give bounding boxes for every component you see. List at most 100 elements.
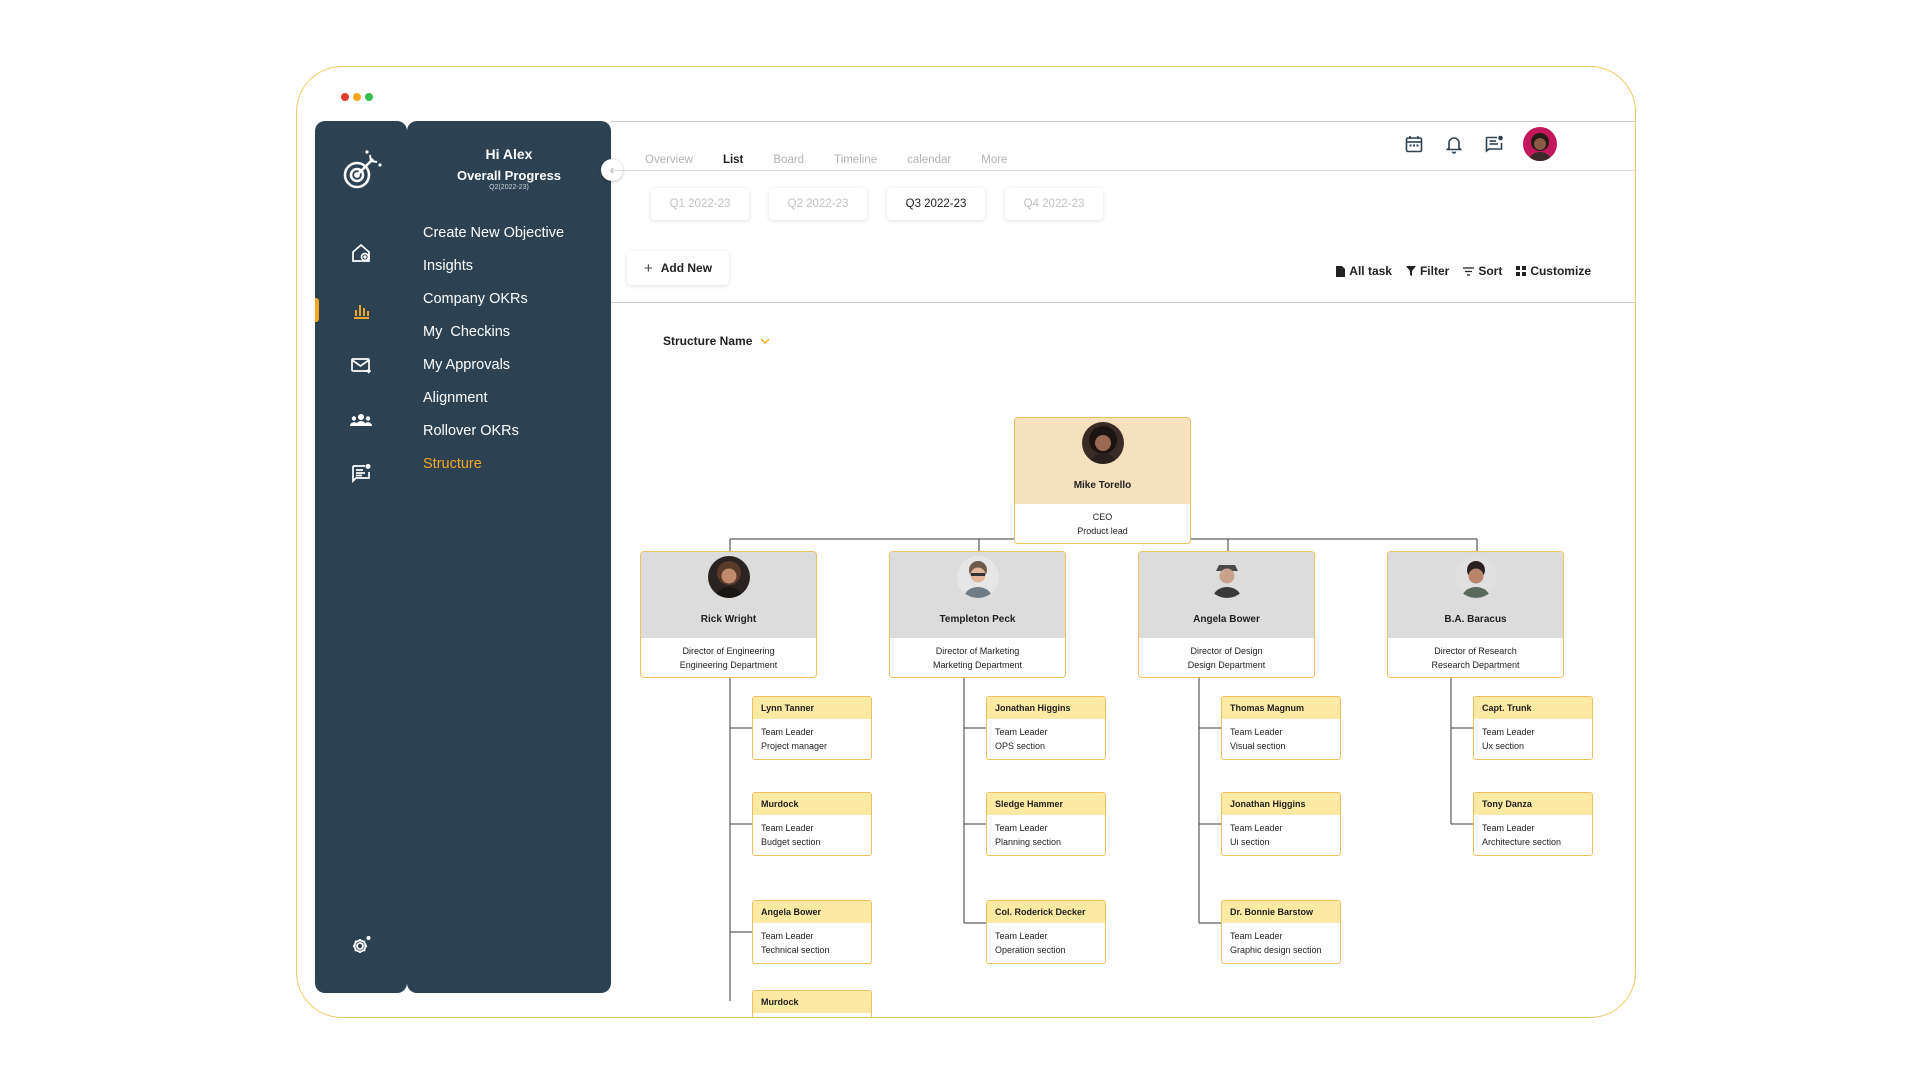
avatar	[956, 556, 999, 598]
window-controls	[341, 93, 373, 101]
team-leader-name: Dr. Bonnie Barstow	[1222, 901, 1340, 923]
director-title: Director of Marketing	[935, 646, 1020, 656]
mail-icon[interactable]	[349, 353, 373, 377]
team-card[interactable]: Jonathan Higgins Team Leader OPS section	[986, 696, 1106, 760]
team-leader-name: Sledge Hammer	[987, 793, 1105, 815]
avatar	[707, 556, 750, 598]
greeting: Hi Alex	[485, 146, 533, 162]
team-leader-name: Jonathan Higgins	[1222, 793, 1340, 815]
team-role: Team Leader	[1482, 727, 1535, 737]
team-section: Architecture section	[1482, 837, 1562, 847]
team-role: Team Leader	[1482, 823, 1535, 833]
director-name: Templeton Peck	[939, 614, 1016, 625]
team-leader-name: Murdock	[753, 991, 871, 1013]
director-role: Director of Marketing Marketing Departme…	[890, 638, 1065, 672]
team-role: Team Leader	[1230, 931, 1283, 941]
team-section: Technical section	[761, 945, 830, 955]
team-section: Project manager	[761, 741, 828, 751]
team-card[interactable]: Murdock	[752, 990, 872, 1017]
director-title: Director of Research	[1434, 646, 1517, 656]
app-window: Hi Alex Overall Progress Q2(2022-23) Cre…	[296, 66, 1636, 1018]
director-role: Director of Research Research Department	[1388, 638, 1563, 672]
team-section: Operation section	[995, 945, 1066, 955]
home-icon[interactable]	[349, 241, 373, 265]
team-leader-name: Tony Danza	[1474, 793, 1592, 815]
team-card[interactable]: Col. Roderick Decker Team Leader Operatio…	[986, 900, 1106, 964]
chat-icon[interactable]	[349, 461, 373, 485]
menu-item-insights[interactable]: Insights	[423, 256, 611, 289]
director-role: Director of Design Design Department	[1139, 638, 1314, 672]
main-content: Overview List Board Timeline calendar Mo…	[611, 121, 1635, 1017]
team-leader-name: Capt. Trunk	[1474, 697, 1592, 719]
director-title: Director of Engineering	[682, 646, 775, 656]
chart-icon[interactable]	[349, 298, 373, 322]
org-card-director[interactable]: B.A. Baracus Director of Research Resear…	[1387, 551, 1564, 678]
menu-item-create-objective[interactable]: Create New Objective	[423, 223, 611, 256]
maximize-window-dot[interactable]	[365, 93, 373, 101]
director-department: Marketing Department	[932, 660, 1023, 670]
menu-item-structure[interactable]: Structure	[423, 454, 611, 487]
team-card[interactable]: Tony Danza Team Leader Architecture secti…	[1473, 792, 1593, 856]
team-card[interactable]: Dr. Bonnie Barstow Team Leader Graphic de…	[1221, 900, 1341, 964]
team-leader-name: Lynn Tanner	[753, 697, 871, 719]
team-role: Team Leader	[761, 823, 814, 833]
org-card-ceo[interactable]: Mike Torello CEO Product lead	[1014, 417, 1191, 544]
settings-icon[interactable]	[349, 933, 373, 957]
menu-item-company-okrs[interactable]: Company OKRs	[423, 289, 611, 322]
menu-item-my-checkins[interactable]: My Checkins	[423, 322, 611, 355]
avatar	[1081, 422, 1124, 464]
director-title: Director of Design	[1190, 646, 1263, 656]
director-name: B.A. Baracus	[1444, 614, 1507, 625]
director-name: Rick Wright	[700, 614, 757, 625]
close-window-dot[interactable]	[341, 93, 349, 101]
team-role: Team Leader	[995, 931, 1048, 941]
overall-progress-label[interactable]: Overall Progress	[407, 168, 611, 183]
team-role: Team Leader	[995, 727, 1048, 737]
team-card[interactable]: Thomas Magnum Team Leader Visual section	[1221, 696, 1341, 760]
menu-list: Create New Objective Insights Company OK…	[407, 223, 611, 487]
team-card[interactable]: Sledge Hammer Team Leader Planning sectio…	[986, 792, 1106, 856]
menu-item-rollover-okrs[interactable]: Rollover OKRs	[423, 421, 611, 454]
team-section: OPS section	[995, 741, 1046, 751]
team-role: Team Leader	[1230, 823, 1283, 833]
team-section: Ui section	[1230, 837, 1270, 847]
team-leader-name: Col. Roderick Decker	[987, 901, 1105, 923]
ceo-subtitle: Product lead	[1077, 526, 1128, 536]
icon-rail	[315, 121, 407, 993]
ceo-name: Mike Torello	[1073, 480, 1132, 491]
sidebar-menu: Hi Alex Overall Progress Q2(2022-23) Cre…	[407, 121, 611, 993]
team-card[interactable]: Lynn Tanner Team Leader Project manager	[752, 696, 872, 760]
team-icon[interactable]	[349, 408, 373, 432]
target-logo-icon[interactable]	[335, 145, 387, 197]
team-card[interactable]: Murdock Team Leader Budget section	[752, 792, 872, 856]
ceo-title: CEO	[1092, 512, 1113, 522]
org-card-director[interactable]: Templeton Peck Director of Marketing Mar…	[889, 551, 1066, 678]
team-leader-name: Thomas Magnum	[1222, 697, 1340, 719]
team-card[interactable]: Capt. Trunk Team Leader Ux section	[1473, 696, 1593, 760]
director-department: Design Department	[1187, 660, 1266, 670]
minimize-window-dot[interactable]	[353, 93, 361, 101]
director-department: Engineering Department	[679, 660, 778, 670]
active-indicator	[315, 298, 319, 322]
team-card[interactable]: Jonathan Higgins Team Leader Ui section	[1221, 792, 1341, 856]
menu-item-my-approvals[interactable]: My Approvals	[423, 355, 611, 388]
team-section: Planning section	[995, 837, 1062, 847]
team-role: Team Leader	[761, 727, 814, 737]
team-role: Team Leader	[761, 931, 814, 941]
team-section: Graphic design section	[1230, 945, 1322, 955]
team-section: Visual section	[1230, 741, 1286, 751]
team-leader-name: Murdock	[753, 793, 871, 815]
team-section: Ux section	[1482, 741, 1525, 751]
director-department: Research Department	[1431, 660, 1520, 670]
progress-period: Q2(2022-23)	[489, 184, 529, 191]
org-card-director[interactable]: Rick Wright Director of Engineering Engi…	[640, 551, 817, 678]
team-role: Team Leader	[995, 823, 1048, 833]
team-role: Team Leader	[1230, 727, 1283, 737]
team-card[interactable]: Angela Bower Team Leader Technical sectio…	[752, 900, 872, 964]
avatar	[1205, 556, 1248, 598]
avatar	[1454, 556, 1497, 598]
team-leader-name: Jonathan Higgins	[987, 697, 1105, 719]
org-card-director[interactable]: Angela Bower Director of Design Design D…	[1138, 551, 1315, 678]
ceo-role: CEO Product lead	[1015, 504, 1190, 538]
menu-item-alignment[interactable]: Alignment	[423, 388, 611, 421]
